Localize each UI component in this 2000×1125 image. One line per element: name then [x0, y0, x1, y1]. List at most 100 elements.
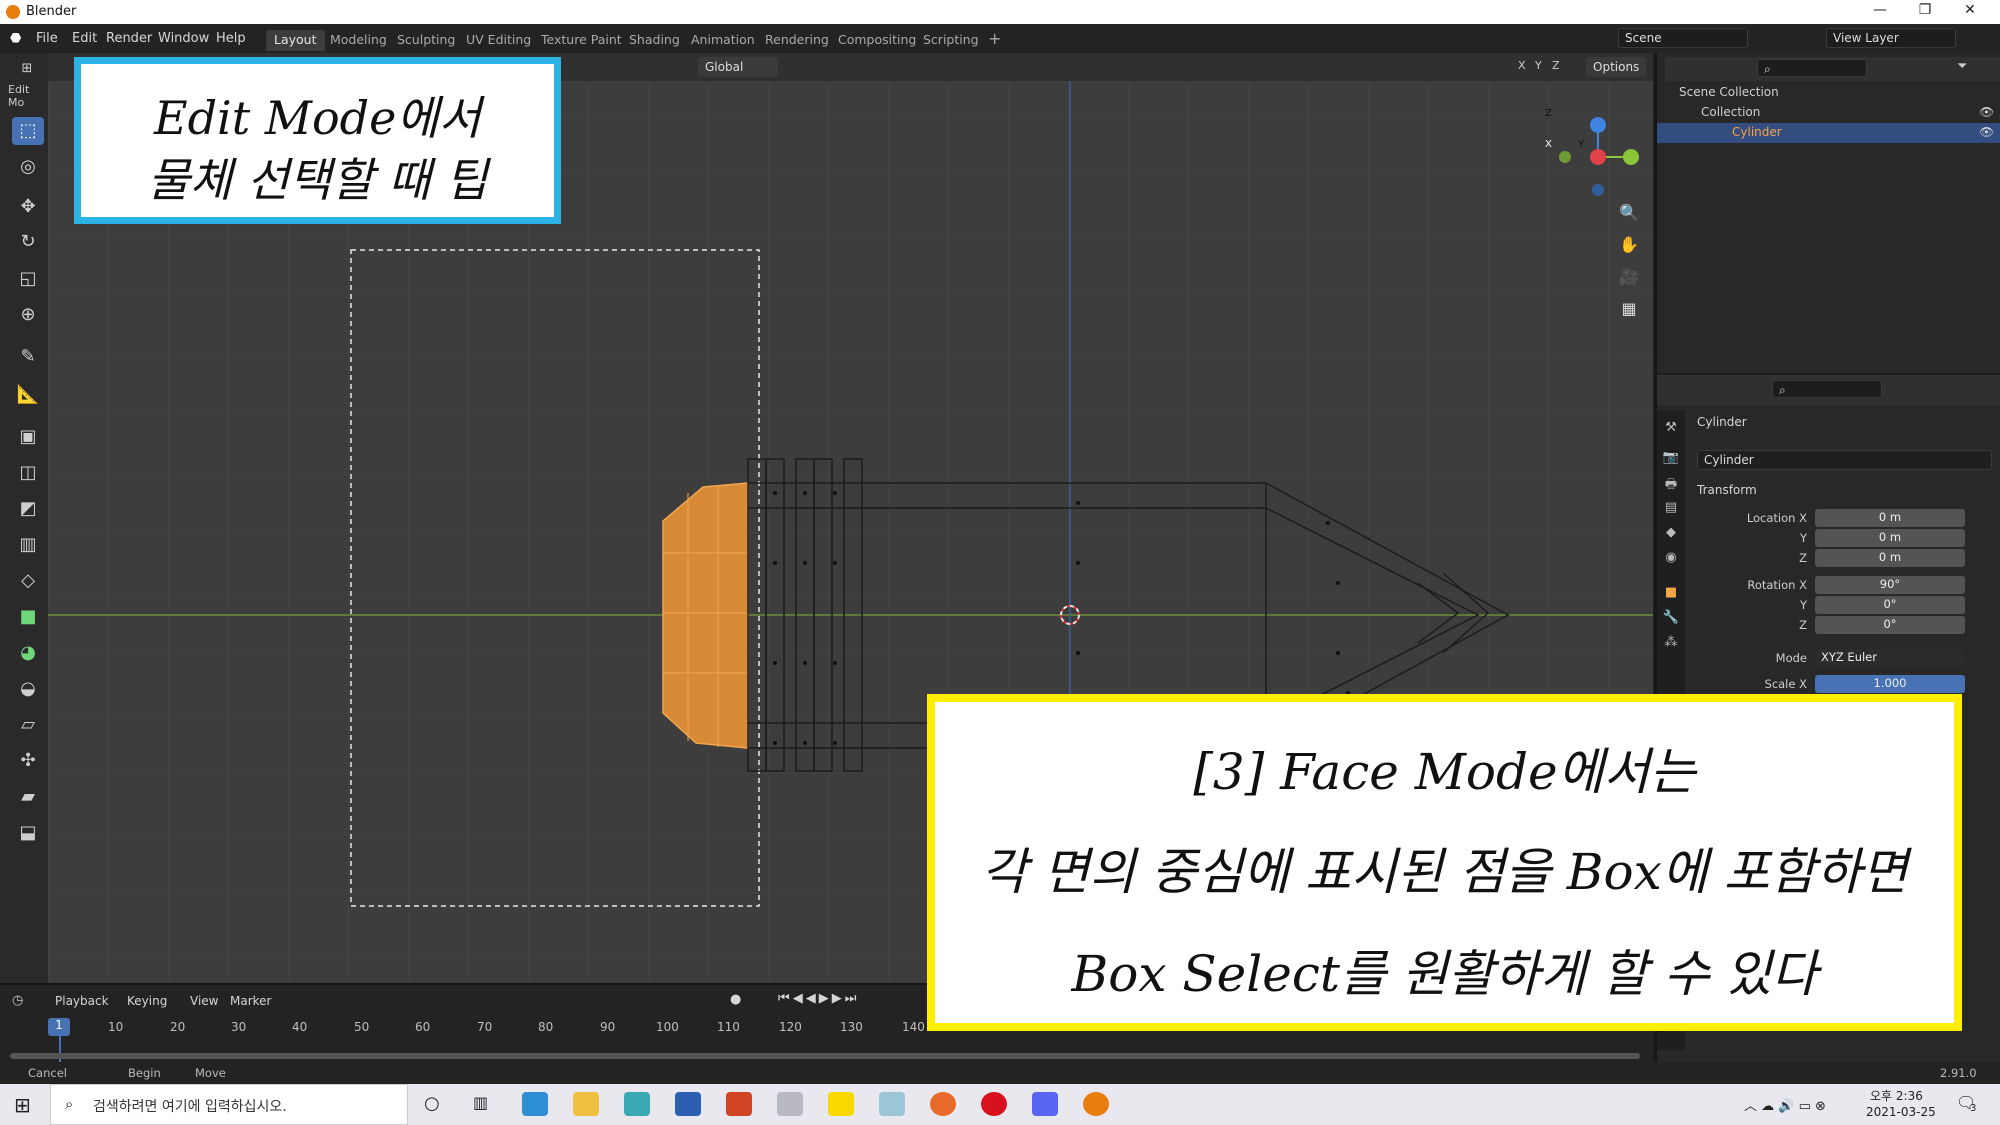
tab-modeling[interactable]: Modeling — [322, 30, 395, 51]
scale-x-field[interactable]: 1.000 — [1815, 675, 1965, 693]
rotate-icon[interactable]: ↻ — [12, 228, 44, 256]
filter-icon[interactable]: ⏷ — [1957, 59, 1967, 74]
move-icon[interactable]: ✥ — [12, 193, 44, 221]
world-icon[interactable]: ◉ — [1662, 550, 1680, 568]
windows-start-icon[interactable]: ⊞ — [14, 1093, 31, 1117]
measure-icon[interactable]: 📐 — [12, 381, 44, 409]
transform-icon[interactable]: ⊕ — [12, 301, 44, 329]
minimize-icon[interactable]: — — [1860, 2, 1900, 18]
playback-controls[interactable]: ⏮◀◀▶▶⏭ — [778, 991, 859, 1006]
current-frame-indicator[interactable]: 1 — [48, 1018, 70, 1036]
tab-animation[interactable]: Animation — [683, 30, 763, 51]
rotation-x-field[interactable]: 90° — [1815, 576, 1965, 594]
search-icon[interactable]: ⌕ — [1757, 59, 1867, 77]
extrude-icon[interactable]: ▣ — [12, 423, 44, 451]
timeline-editor-icon[interactable]: ◷ — [12, 993, 23, 1008]
cortana-icon[interactable]: ○ — [424, 1093, 440, 1114]
axis-z-toggle[interactable]: Z — [1552, 59, 1560, 72]
blender-logo-icon[interactable] — [1083, 1092, 1109, 1116]
inset-icon[interactable]: ◫ — [12, 459, 44, 487]
eye-icon[interactable]: 👁 — [1979, 105, 1994, 119]
outliner-scene-collection[interactable]: Scene Collection — [1657, 83, 2000, 103]
render-icon[interactable]: 📷 — [1662, 450, 1680, 468]
tab-rendering[interactable]: Rendering — [757, 30, 837, 51]
discord-icon[interactable] — [1032, 1092, 1058, 1116]
add-workspace-button[interactable]: + — [980, 27, 1009, 48]
search-icon[interactable]: ⌕ — [1772, 380, 1882, 398]
selected-faces[interactable] — [662, 482, 749, 749]
knife-icon[interactable]: ◇ — [12, 567, 44, 595]
tab-shading[interactable]: Shading — [621, 30, 688, 51]
menu-help[interactable]: Help — [216, 31, 246, 46]
rotation-mode-dropdown[interactable]: XYZ Euler — [1815, 649, 1965, 667]
scene-selector[interactable]: Scene — [1618, 28, 1748, 48]
menu-render[interactable]: Render — [106, 31, 152, 46]
task-view-icon[interactable]: ▥ — [473, 1093, 488, 1112]
taskbar-app-icon[interactable] — [777, 1092, 803, 1116]
eye-icon[interactable]: 👁 — [1979, 125, 1994, 139]
modifier-icon[interactable]: 🔧 — [1662, 610, 1680, 628]
taskbar-date[interactable]: 2021-03-25 — [1866, 1105, 1936, 1119]
axis-x-toggle[interactable]: X — [1518, 59, 1526, 72]
orientation-dropdown[interactable]: Global — [698, 57, 778, 77]
outliner-collection[interactable]: Collection 👁 — [1657, 103, 2000, 123]
spin-icon[interactable]: ◕ — [12, 639, 44, 667]
zoom-icon[interactable]: 🔍 — [1616, 203, 1642, 229]
opera-icon[interactable] — [981, 1092, 1007, 1116]
mode-label[interactable]: Edit Mo — [8, 83, 48, 109]
polybuild-icon[interactable]: ■ — [12, 603, 44, 631]
grid-icon[interactable]: ▦ — [1616, 299, 1642, 325]
taskbar-app-icon[interactable] — [522, 1092, 548, 1116]
edge-slide-icon[interactable]: ▱ — [12, 711, 44, 739]
tab-compositing[interactable]: Compositing — [830, 30, 924, 51]
rotation-z-field[interactable]: 0° — [1815, 616, 1965, 634]
menu-edit[interactable]: Edit — [72, 31, 97, 46]
scene-icon[interactable]: ◆ — [1662, 525, 1680, 543]
tab-sculpting[interactable]: Sculpting — [389, 30, 463, 51]
outliner-object-cylinder[interactable]: Cylinder 👁 — [1657, 123, 2000, 143]
close-icon[interactable]: ✕ — [1950, 2, 1990, 18]
blender-menu-icon[interactable]: ⬣ — [10, 31, 21, 46]
timeline-scrollbar[interactable] — [10, 1053, 1640, 1059]
word-icon[interactable] — [675, 1092, 701, 1116]
rotation-y-field[interactable]: 0° — [1815, 596, 1965, 614]
firefox-icon[interactable] — [930, 1092, 956, 1116]
view-layer-selector[interactable]: View Layer — [1826, 28, 1956, 48]
menu-window[interactable]: Window — [158, 31, 209, 46]
kakaotalk-icon[interactable] — [828, 1092, 854, 1116]
restore-icon[interactable]: ❐ — [1905, 2, 1945, 18]
editor-type-icon[interactable]: ⊞ — [8, 55, 46, 83]
tab-uv-editing[interactable]: UV Editing — [458, 30, 539, 51]
transform-panel-header[interactable]: Transform — [1697, 483, 1757, 497]
taskbar-time[interactable]: 오후 2:36 — [1870, 1087, 1923, 1104]
output-icon[interactable]: 🖶 — [1662, 475, 1680, 493]
file-explorer-icon[interactable] — [573, 1092, 599, 1116]
camera-icon[interactable]: 🎥 — [1616, 267, 1642, 293]
record-icon[interactable]: ● — [730, 992, 741, 1007]
object-name-field[interactable]: Cylinder — [1697, 450, 1992, 470]
location-z-field[interactable]: 0 m — [1815, 549, 1965, 567]
annotate-icon[interactable]: ✎ — [12, 343, 44, 371]
timeline-playback-menu[interactable]: Playback — [55, 994, 109, 1008]
axis-y-toggle[interactable]: Y — [1535, 59, 1542, 72]
tray-icons[interactable]: ︿ ☁ 🔊 ▭ ⊗ — [1744, 1095, 1826, 1114]
particles-icon[interactable]: ⁂ — [1662, 635, 1680, 653]
tab-layout[interactable]: Layout — [266, 30, 325, 51]
taskbar-search-box[interactable]: ⌕ 검색하려면 여기에 입력하십시오. — [50, 1084, 408, 1125]
smooth-icon[interactable]: ◒ — [12, 675, 44, 703]
hand-icon[interactable]: ✋ — [1616, 235, 1642, 261]
view-layer-icon[interactable]: ▤ — [1662, 500, 1680, 518]
location-y-field[interactable]: 0 m — [1815, 529, 1965, 547]
taskbar-app-icon[interactable] — [624, 1092, 650, 1116]
rip-icon[interactable]: ⬓ — [12, 819, 44, 847]
scale-icon[interactable]: ◱ — [12, 265, 44, 293]
powerpoint-icon[interactable] — [726, 1092, 752, 1116]
bevel-icon[interactable]: ◩ — [12, 495, 44, 523]
shear-icon[interactable]: ▰ — [12, 783, 44, 811]
paint-icon[interactable] — [879, 1092, 905, 1116]
cursor-icon[interactable]: ◎ — [12, 153, 44, 181]
timeline-keying-menu[interactable]: Keying — [127, 994, 167, 1008]
location-x-field[interactable]: 0 m — [1815, 509, 1965, 527]
loopcut-icon[interactable]: ▥ — [12, 531, 44, 559]
menu-file[interactable]: File — [36, 31, 58, 46]
